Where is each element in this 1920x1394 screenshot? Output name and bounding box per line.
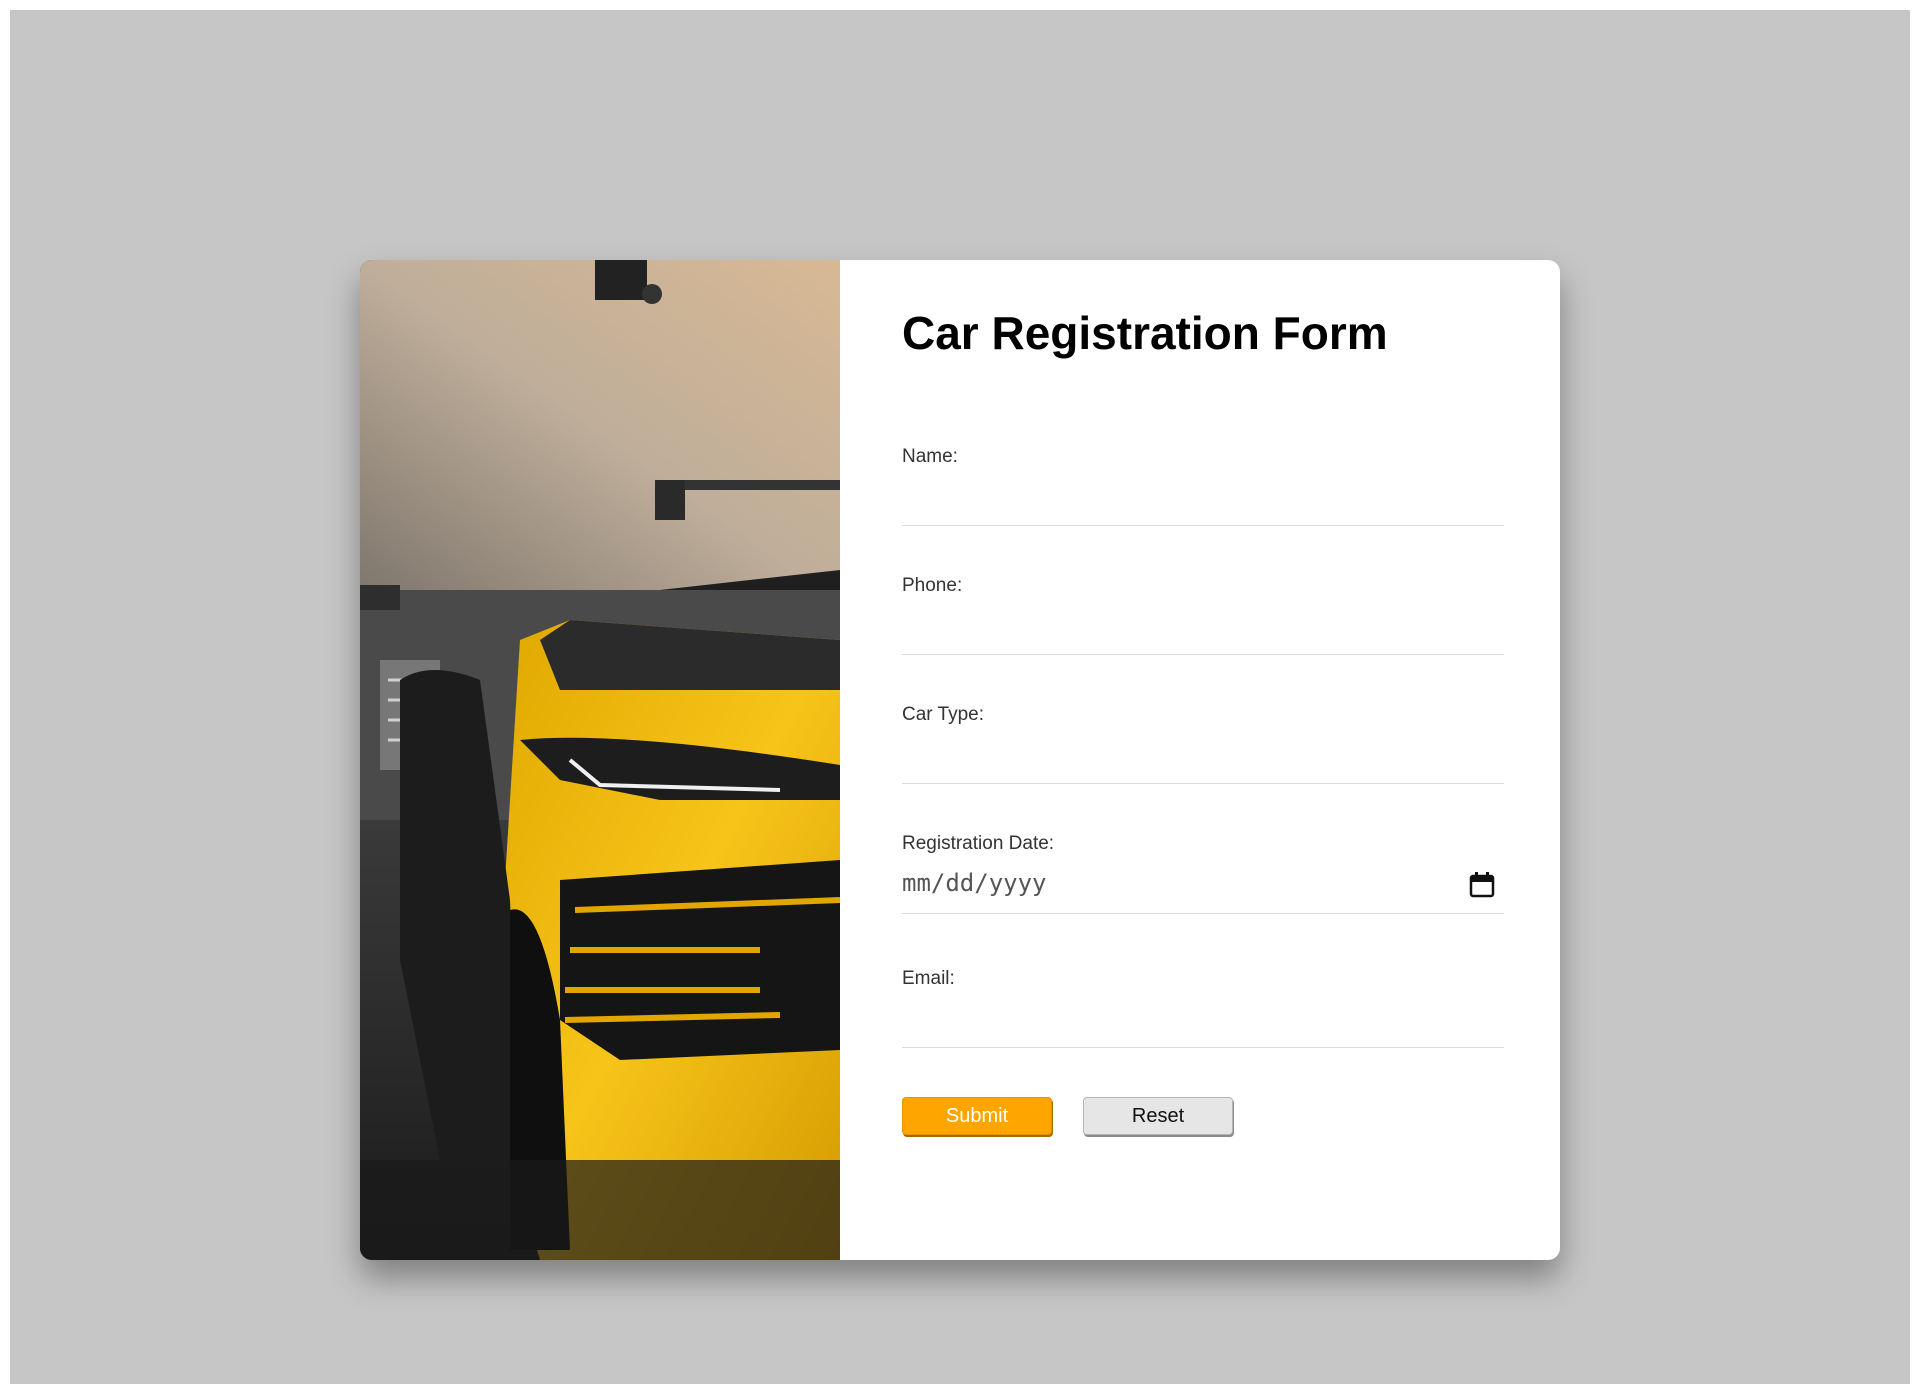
car-photo [360, 260, 840, 1260]
phone-input[interactable] [902, 601, 1504, 655]
form-title: Car Registration Form [902, 307, 1388, 359]
registration-date-input[interactable]: mm/dd/yyyy [902, 859, 1504, 914]
phone-field: Phone: [902, 575, 1504, 655]
calendar-icon[interactable] [1468, 871, 1496, 899]
form-pane: Car Registration Form Name: Phone: Car T… [840, 260, 1560, 1260]
registration-card: Car Registration Form Name: Phone: Car T… [360, 260, 1560, 1260]
submit-button[interactable]: Submit [902, 1097, 1052, 1135]
registration-date-label: Registration Date: [902, 833, 1055, 854]
date-placeholder: mm/dd/yyyy [902, 869, 1047, 897]
email-field: Email: [902, 968, 1504, 1048]
name-field: Name: [902, 446, 1504, 526]
car-type-field: Car Type: [902, 704, 1504, 784]
registration-date-field: Registration Date: mm/dd/yyyy [902, 833, 1504, 914]
name-label: Name: [902, 446, 958, 467]
car-type-input[interactable] [902, 730, 1504, 784]
phone-label: Phone: [902, 575, 963, 596]
reset-button[interactable]: Reset [1083, 1097, 1233, 1135]
email-label: Email: [902, 968, 955, 989]
car-type-label: Car Type: [902, 704, 985, 725]
name-input[interactable] [902, 472, 1504, 526]
email-input[interactable] [902, 994, 1504, 1048]
